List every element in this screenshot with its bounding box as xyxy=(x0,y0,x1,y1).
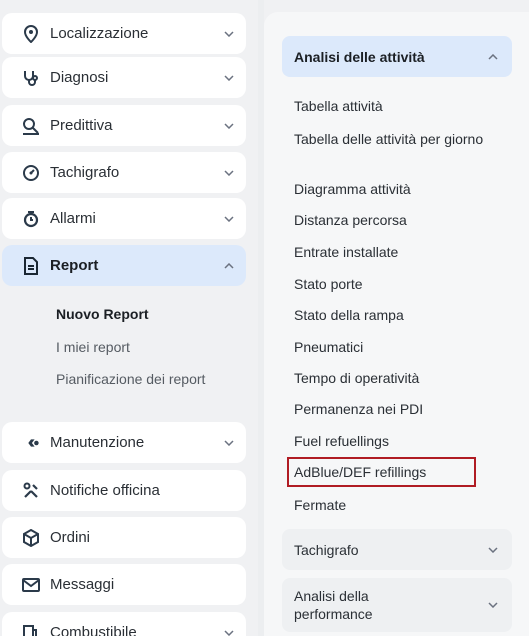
report-item-pneumatici[interactable]: Pneumatici xyxy=(294,338,504,356)
section-label: Analisi della performance xyxy=(294,588,373,622)
sidebar-item-localizzazione[interactable]: Localizzazione xyxy=(2,13,246,54)
chevron-down-icon xyxy=(224,168,234,178)
chevron-down-icon xyxy=(224,73,234,83)
chevron-up-icon xyxy=(488,52,498,62)
package-icon xyxy=(22,528,40,547)
sidebar-item-combustibile[interactable]: Combustibile xyxy=(2,612,246,636)
sidebar-item-label: Diagnosi xyxy=(50,69,109,86)
message-icon xyxy=(22,576,40,594)
report-item-tabella-attivita-giorno[interactable]: Tabella delle attività per giorno xyxy=(294,130,504,148)
report-item-diagramma-attivita[interactable]: Diagramma attività xyxy=(294,180,504,198)
stethoscope-icon xyxy=(22,69,40,87)
chevron-down-icon xyxy=(488,545,498,555)
sidebar-item-label: Messaggi xyxy=(50,576,115,593)
sub-item-miei-report[interactable]: I miei report xyxy=(56,338,216,356)
report-item-entrate-installate[interactable]: Entrate installate xyxy=(294,243,504,261)
alarm-clock-icon xyxy=(22,210,40,228)
document-icon xyxy=(22,256,40,275)
report-item-distanza-percorsa[interactable]: Distanza percorsa xyxy=(294,211,504,229)
sidebar-item-diagnosi[interactable]: Diagnosi xyxy=(2,57,246,98)
sidebar: Localizzazione Diagnosi Predittiva Tachi… xyxy=(0,0,258,636)
sidebar-item-label: Notifiche officina xyxy=(50,482,160,499)
sidebar-item-report[interactable]: Report xyxy=(2,245,246,286)
wrench-icon xyxy=(22,434,40,452)
report-item-tempo-operativita[interactable]: Tempo di operatività xyxy=(294,369,504,387)
section-analisi-attivita[interactable]: Analisi delle attività xyxy=(282,36,512,77)
sidebar-item-ordini[interactable]: Ordini xyxy=(2,517,246,558)
section-analisi-performance[interactable]: Analisi della performance xyxy=(282,578,512,632)
report-item-permanenza-pdi[interactable]: Permanenza nei PDI xyxy=(294,400,504,418)
report-item-adblue-refillings[interactable]: AdBlue/DEF refillings xyxy=(294,463,504,481)
sub-item-pianificazione[interactable]: Pianificazione dei report xyxy=(56,370,216,388)
sidebar-item-label: Predittiva xyxy=(50,117,113,134)
sidebar-item-allarmi[interactable]: Allarmi xyxy=(2,198,246,239)
report-item-stato-rampa[interactable]: Stato della rampa xyxy=(294,306,504,324)
sidebar-item-predittiva[interactable]: Predittiva xyxy=(2,105,246,146)
sidebar-item-label: Localizzazione xyxy=(50,25,149,42)
sidebar-item-label: Combustibile xyxy=(50,624,137,636)
predictive-chart-icon xyxy=(22,117,40,135)
tachograph-icon xyxy=(22,164,40,182)
chevron-down-icon xyxy=(224,438,234,448)
chevron-down-icon xyxy=(488,600,498,610)
sidebar-item-label: Allarmi xyxy=(50,210,96,227)
sidebar-item-messaggi[interactable]: Messaggi xyxy=(2,564,246,605)
location-pin-icon xyxy=(22,24,40,43)
fuel-icon xyxy=(22,624,40,636)
chevron-up-icon xyxy=(224,261,234,271)
sidebar-item-label: Report xyxy=(50,257,99,274)
workshop-tools-icon xyxy=(22,482,40,500)
section-label: Tachigrafo xyxy=(294,541,359,558)
sidebar-item-tachigrafo[interactable]: Tachigrafo xyxy=(2,152,246,193)
report-item-fuel-refuellings[interactable]: Fuel refuellings xyxy=(294,432,504,450)
section-label: Analisi delle attività xyxy=(294,48,425,65)
chevron-down-icon xyxy=(224,29,234,39)
sidebar-item-label: Manutenzione xyxy=(50,434,145,451)
chevron-down-icon xyxy=(224,121,234,131)
sub-item-nuovo-report[interactable]: Nuovo Report xyxy=(56,305,216,323)
report-item-fermate[interactable]: Fermate xyxy=(294,496,504,514)
chevron-down-icon xyxy=(224,214,234,224)
sidebar-item-label: Tachigrafo xyxy=(50,164,120,181)
sidebar-item-notifiche-officina[interactable]: Notifiche officina xyxy=(2,470,246,511)
report-item-stato-porte[interactable]: Stato porte xyxy=(294,275,504,293)
chevron-down-icon xyxy=(224,628,234,636)
sidebar-item-label: Ordini xyxy=(50,529,91,546)
section-tachigrafo[interactable]: Tachigrafo xyxy=(282,529,512,570)
report-item-tabella-attivita[interactable]: Tabella attività xyxy=(294,97,504,115)
sidebar-item-manutenzione[interactable]: Manutenzione xyxy=(2,422,246,463)
